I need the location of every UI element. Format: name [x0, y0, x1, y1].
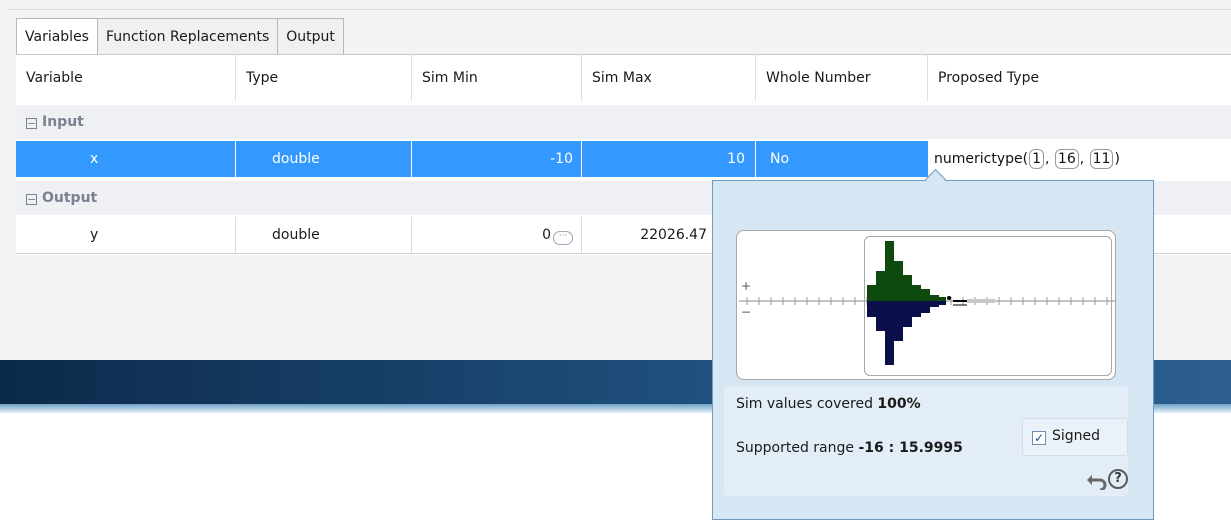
numerictype-prefix: numerictype(: [934, 151, 1029, 167]
column-header-type[interactable]: Type: [236, 55, 412, 101]
collapse-icon[interactable]: −: [26, 118, 37, 129]
checkbox-checked-icon[interactable]: ✓: [1032, 431, 1046, 445]
supported-range: Supported range -16 : 15.9995: [736, 440, 963, 456]
sim-min-value: 0: [542, 227, 551, 243]
signed-field[interactable]: 1: [1029, 149, 1044, 169]
column-header-sim-min[interactable]: Sim Min: [412, 55, 582, 101]
tab-function-replacements[interactable]: Function Replacements: [96, 18, 279, 54]
column-header-proposed-type[interactable]: Proposed Type: [928, 55, 1231, 101]
cell-sim-min: -10: [412, 141, 582, 177]
column-header-sim-max[interactable]: Sim Max: [582, 55, 756, 101]
cell-type: double: [236, 141, 412, 177]
range-value: -16 : 15.9995: [858, 440, 963, 456]
cell-variable: y: [16, 217, 236, 253]
column-header-variable[interactable]: Variable: [16, 55, 236, 101]
cell-type: double: [236, 217, 412, 253]
covered-label: Sim values covered: [736, 396, 878, 412]
sim-values-covered: Sim values covered 100%: [736, 396, 921, 412]
panel-divider: [8, 9, 1231, 10]
separator: ,: [1079, 151, 1089, 167]
range-label: Supported range: [736, 440, 859, 456]
signed-checkbox[interactable]: ✓ Signed: [1032, 428, 1100, 445]
table-row-x[interactable]: x double -10 10 No numerictype(1, 16, 11…: [16, 141, 1231, 177]
tab-output[interactable]: Output: [277, 18, 344, 54]
help-icon[interactable]: ?: [1108, 469, 1128, 489]
word-length-field[interactable]: 16: [1054, 149, 1079, 169]
separator: ,: [1045, 151, 1054, 167]
signed-label: Signed: [1052, 428, 1101, 444]
column-header-whole-number[interactable]: Whole Number: [756, 55, 928, 101]
cell-proposed-type-editor[interactable]: numerictype(1, 16, 11): [928, 141, 1231, 177]
undo-button[interactable]: [1086, 470, 1108, 494]
representable-range-frame: [864, 236, 1112, 376]
cell-sim-max: 10: [582, 141, 756, 177]
group-label: Output: [42, 190, 98, 206]
cell-variable: x: [16, 141, 236, 177]
collapse-icon[interactable]: −: [26, 194, 37, 205]
tab-variables[interactable]: Variables: [16, 18, 98, 54]
tab-strip: Variables Function Replacements Output: [16, 18, 344, 54]
covered-value: 100%: [877, 396, 921, 412]
undo-icon: [1087, 475, 1107, 492]
numerictype-suffix: ): [1114, 151, 1120, 167]
cell-whole-number[interactable]: No: [756, 141, 928, 177]
group-row-input[interactable]: − Input: [16, 105, 1231, 139]
ellipsis-icon[interactable]: ···: [553, 231, 573, 245]
cell-sim-min: 0 ···: [412, 217, 582, 253]
group-label: Input: [42, 114, 84, 130]
fraction-length-field[interactable]: 11: [1089, 149, 1114, 169]
